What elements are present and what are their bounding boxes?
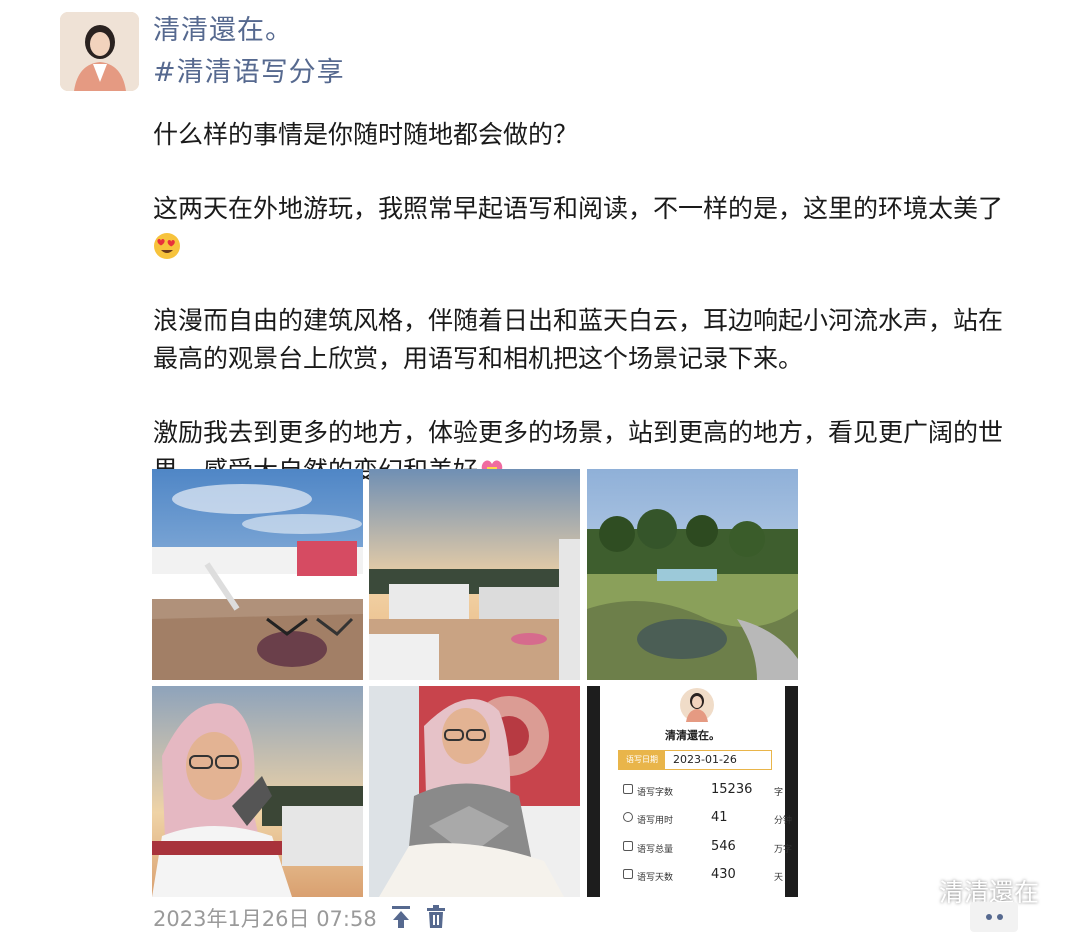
topic-tag[interactable]: #清清语写分享 [153,50,345,89]
photo-grid: 清清還在。 语写日期 2023-01-26 语写字数 15236 字 语写用时 … [152,469,798,897]
stats-card-name: 清清還在。 [665,729,720,742]
stats-row: 语写字数 15236 字 [623,781,795,803]
stats-card-date-value: 2023-01-26 [673,753,737,766]
post-timestamp: 2023年1月26日 07:58 [153,907,377,931]
stats-row: 语写天数 430 天 [623,866,795,888]
photo-sunrise-courtyard[interactable] [369,469,580,680]
post-body: 什么样的事情是你随时随地都会做的？ 这两天在外地游玩，我照常早起语写和阅读，不一… [153,116,1023,526]
post-paragraph: 什么样的事情是你随时随地都会做的？ [153,120,579,149]
avatar[interactable] [60,12,139,91]
photo-selfie-sunrise[interactable] [152,686,363,897]
photo-stats-card[interactable]: 清清還在。 语写日期 2023-01-26 语写字数 15236 字 语写用时 … [587,686,798,897]
calendar-icon [623,869,633,879]
more-button[interactable] [970,902,1018,932]
more-icon-dot [985,914,992,920]
trash-icon[interactable] [425,905,447,929]
stats-row: 语写总量 546 万字 [623,838,795,860]
stats-card-avatar [680,688,714,722]
post-paragraph: 浪漫而自由的建筑风格，伴随着日出和蓝天白云，耳边响起小河流水声，站在最高的观景台… [153,306,1004,373]
photo-selfie-wall[interactable] [369,686,580,897]
word-count-icon [623,784,633,794]
total-icon [623,841,633,851]
clock-icon [623,812,633,822]
wechat-icon [894,877,931,904]
post-paragraph: 这两天在外地游玩，我照常早起语写和阅读，不一样的是，这里的环境太美了 [153,190,1023,266]
stats-card-date-label: 语写日期 [619,751,665,769]
photo-garden-pond[interactable] [587,469,798,680]
heart-eyes-emoji [154,233,180,259]
author-name[interactable]: 清清還在。 [153,8,293,47]
stats-row: 语写用时 41 分钟 [623,809,795,831]
more-icon-dot [996,914,1003,920]
photo-rooftop-terrace[interactable] [152,469,363,680]
stats-card-panel: 清清還在。 语写日期 2023-01-26 语写字数 15236 字 语写用时 … [600,686,792,897]
pin-top-icon[interactable] [390,905,412,929]
stats-card-date-box: 语写日期 2023-01-26 [618,750,772,770]
